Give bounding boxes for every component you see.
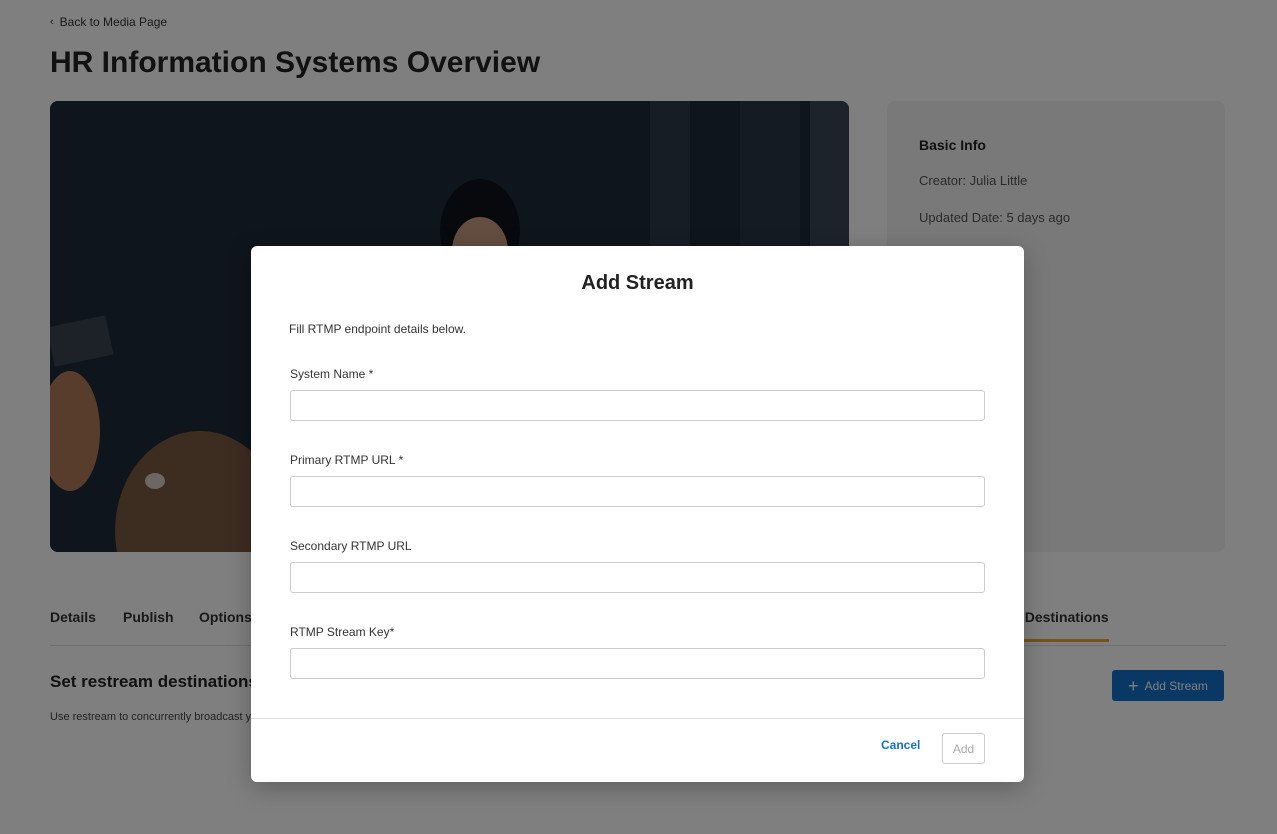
cancel-button[interactable]: Cancel	[881, 738, 920, 752]
dialog-title: Add Stream	[581, 272, 694, 294]
add-button[interactable]: Add	[942, 733, 985, 764]
primary-rtmp-url-label: Primary RTMP URL *	[290, 453, 404, 467]
secondary-rtmp-url-label: Secondary RTMP URL	[290, 539, 412, 553]
add-stream-dialog: Add Stream Fill RTMP endpoint details be…	[251, 246, 1024, 782]
system-name-label: System Name *	[290, 367, 374, 381]
secondary-rtmp-url-input[interactable]	[290, 562, 985, 593]
dialog-footer: Cancel Add	[251, 718, 1024, 782]
system-name-input[interactable]	[290, 390, 985, 421]
rtmp-stream-key-label: RTMP Stream Key*	[290, 625, 395, 639]
dialog-description: Fill RTMP endpoint details below.	[289, 322, 466, 336]
rtmp-stream-key-input[interactable]	[290, 648, 985, 679]
primary-rtmp-url-input[interactable]	[290, 476, 985, 507]
